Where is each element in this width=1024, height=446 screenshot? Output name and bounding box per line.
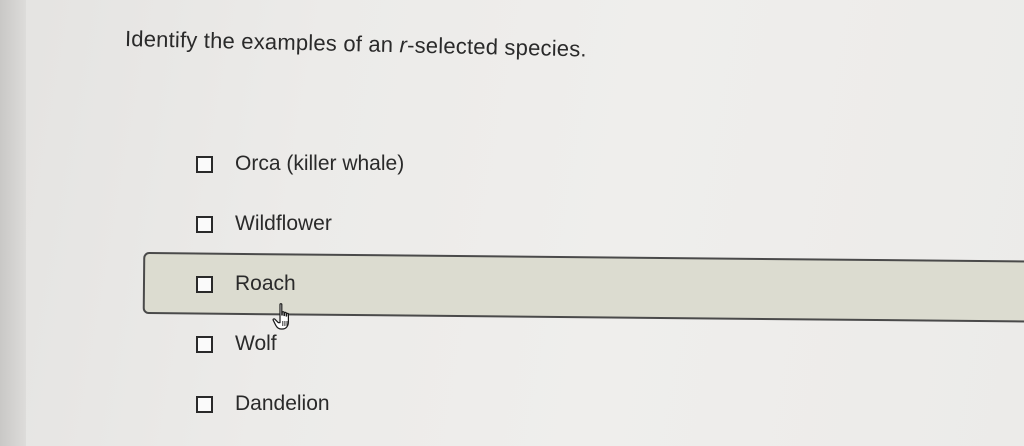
options-list: Orca (killer whale) Wildflower Roach Wol…: [0, 0, 1024, 446]
checkbox-roach[interactable]: [196, 275, 213, 293]
checkbox-wolf[interactable]: [196, 335, 213, 353]
option-label-wolf: Wolf: [235, 332, 277, 355]
checkbox-orca[interactable]: [196, 155, 213, 173]
checkbox-wildflower[interactable]: [196, 215, 213, 233]
option-wildflower[interactable]: Wildflower: [196, 209, 332, 239]
option-orca[interactable]: Orca (killer whale): [196, 149, 404, 179]
hand-pointer-icon: [272, 302, 298, 332]
checkbox-dandelion[interactable]: [196, 395, 213, 413]
option-label-wildflower: Wildflower: [235, 212, 332, 235]
option-label-roach: Roach: [235, 272, 296, 295]
option-label-dandelion: Dandelion: [235, 392, 330, 415]
option-dandelion[interactable]: Dandelion: [196, 389, 330, 419]
option-wolf[interactable]: Wolf: [196, 329, 277, 359]
option-roach[interactable]: Roach: [196, 269, 296, 299]
option-label-orca: Orca (killer whale): [235, 152, 405, 175]
